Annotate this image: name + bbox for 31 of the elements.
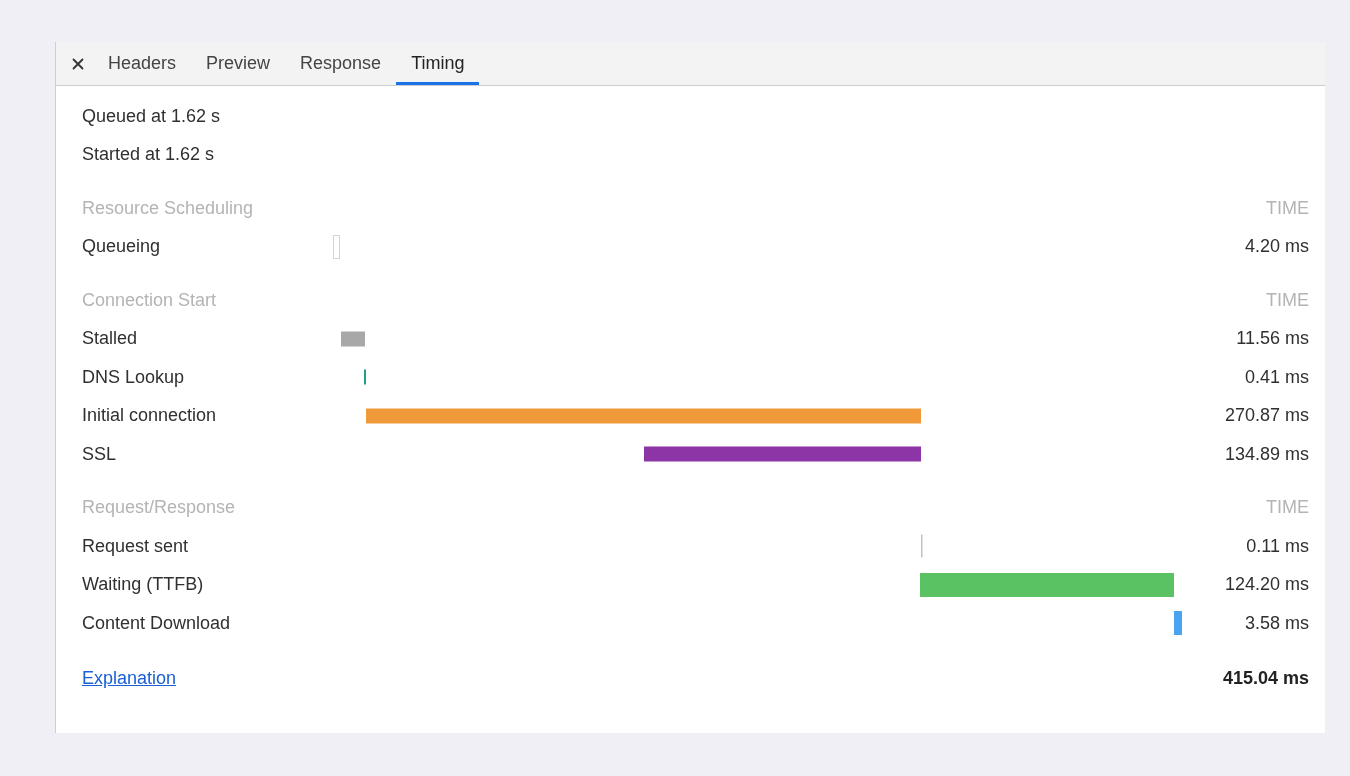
phase-time: 0.41 ms: [1244, 365, 1309, 389]
phase-label: SSL: [82, 443, 117, 464]
column-label: TIME: [1266, 496, 1309, 520]
tab[interactable]: Preview: [191, 42, 286, 85]
tab[interactable]: Timing: [396, 42, 480, 85]
phase-label: Initial connection: [82, 405, 217, 426]
phase-label: Content Download: [82, 612, 231, 633]
column-label: TIME: [1266, 288, 1309, 312]
phase-time: 270.87 ms: [1224, 404, 1309, 428]
phase-time: 134.89 ms: [1224, 442, 1309, 466]
total-time: 415.04 ms: [1222, 667, 1309, 691]
section-title: Resource Scheduling: [82, 196, 254, 220]
tab[interactable]: Headers: [93, 42, 192, 85]
close-icon: [72, 57, 84, 70]
phase-label: Request sent: [82, 535, 189, 556]
phase-time: 124.20 ms: [1224, 573, 1309, 597]
phase-time: 3.58 ms: [1244, 611, 1309, 635]
explanation-link[interactable]: Explanation: [82, 665, 177, 693]
phase-label: Queueing: [82, 236, 161, 257]
phase-time: 4.20 ms: [1244, 235, 1309, 259]
phase-time: 0.11 ms: [1246, 534, 1309, 558]
section-title: Connection Start: [82, 288, 217, 312]
phase-label: DNS Lookup: [82, 366, 185, 387]
column-label: TIME: [1266, 196, 1309, 220]
section-title: Request/Response: [82, 496, 236, 520]
tab[interactable]: Response: [285, 42, 397, 85]
phase-label: Stalled: [82, 328, 138, 349]
timing-summary-text: Queued at 1.62 s: [82, 104, 221, 128]
timing-summary-text: Started at 1.62 s: [82, 143, 215, 167]
phase-label: Waiting (TTFB): [82, 574, 204, 595]
phase-time: 11.56 ms: [1236, 327, 1309, 351]
